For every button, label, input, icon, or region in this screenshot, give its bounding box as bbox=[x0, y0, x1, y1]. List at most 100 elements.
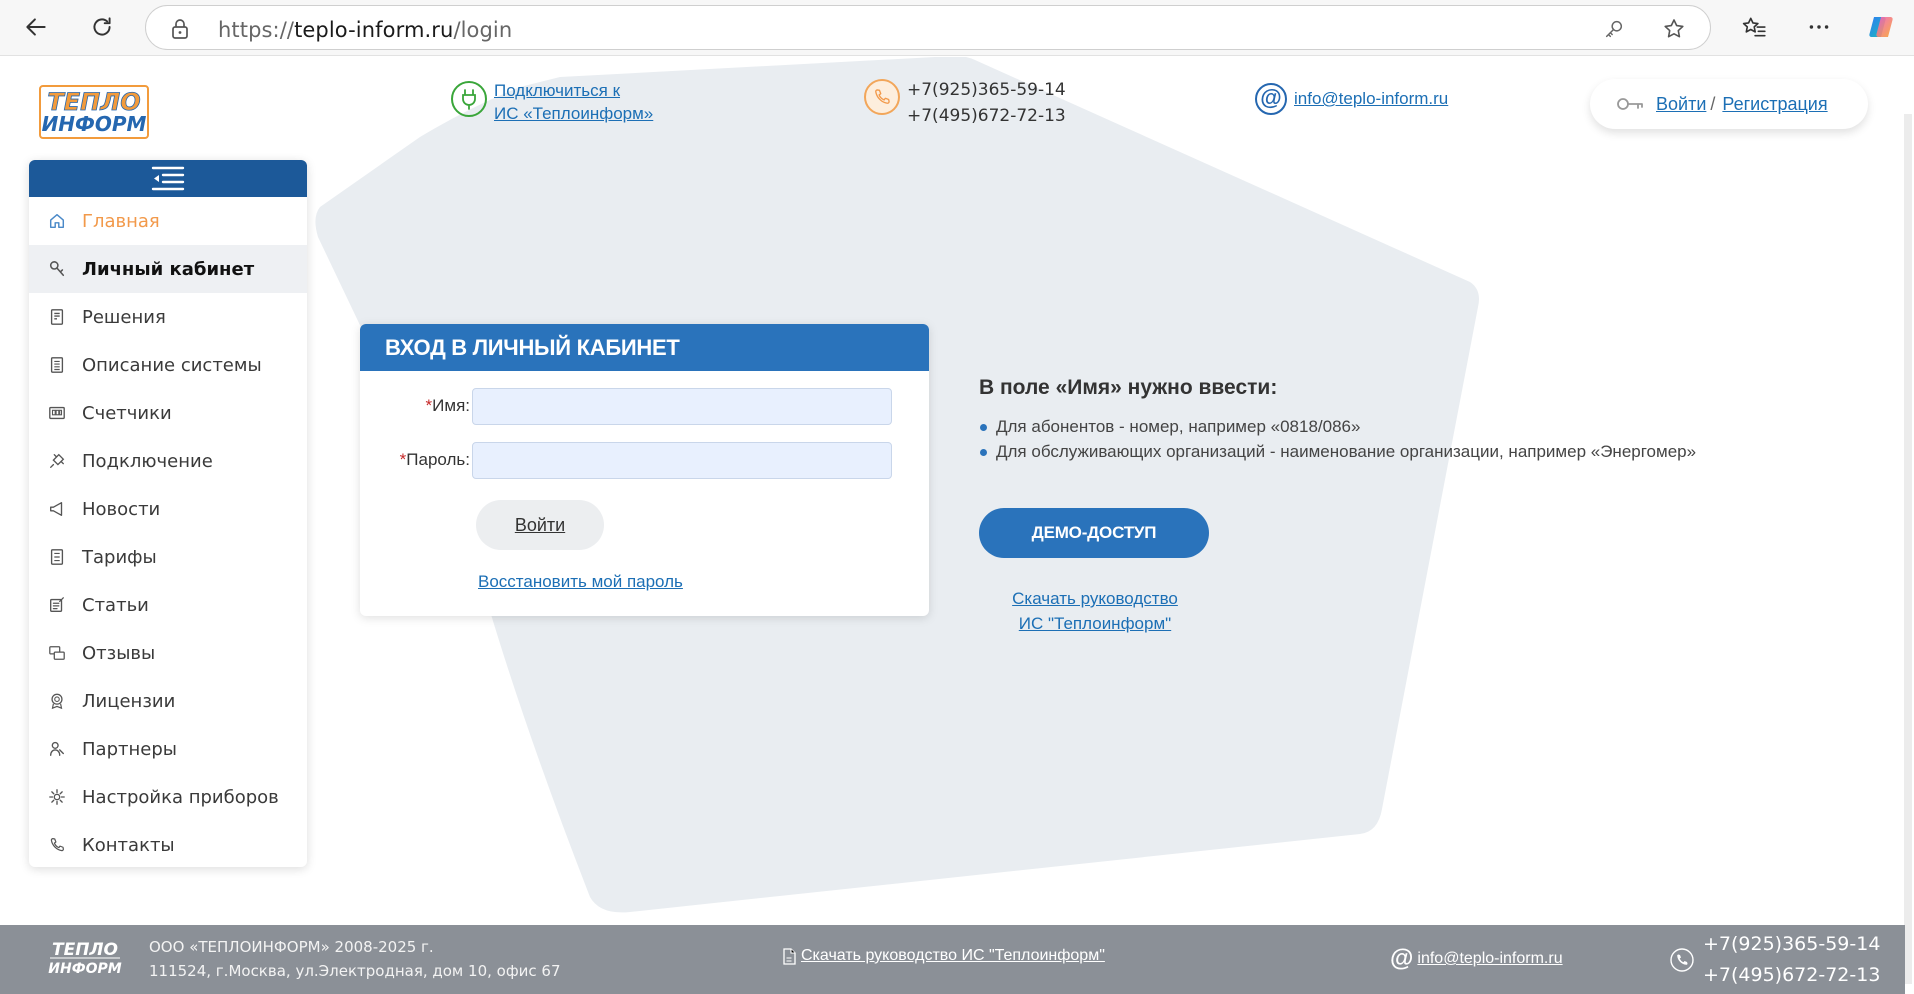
reviews-icon bbox=[47, 643, 67, 663]
lock-icon[interactable] bbox=[170, 18, 190, 45]
login-card-title: ВХОД В ЛИЧНЫЙ КАБИНЕТ bbox=[360, 324, 929, 371]
sidebar-toggle[interactable] bbox=[29, 160, 307, 197]
page-scrollbar[interactable] bbox=[1904, 114, 1912, 984]
reload-button[interactable] bbox=[83, 8, 121, 46]
key-icon[interactable] bbox=[1601, 16, 1627, 42]
footer-phone-2[interactable]: +7(495)672-72-13 bbox=[1703, 960, 1880, 991]
at-sign-icon: @ bbox=[1255, 83, 1287, 115]
sidebar-item-label: Решения bbox=[82, 306, 166, 328]
info-list-item: Для абонентов - номер, например «0818/08… bbox=[979, 414, 1696, 439]
footer-company: ООО «ТЕПЛОИНФОРМ» 2008-2025 г. 111524, г… bbox=[149, 935, 561, 983]
sidebar-item-system-description[interactable]: Описание системы bbox=[29, 341, 307, 389]
favorites-button[interactable] bbox=[1735, 8, 1773, 46]
restore-password-link[interactable]: Восстановить мой пароль bbox=[478, 572, 683, 592]
solutions-icon bbox=[47, 307, 67, 327]
phone-icon bbox=[47, 835, 67, 855]
sidebar-item-device-settings[interactable]: Настройка приборов bbox=[29, 773, 307, 821]
key-icon bbox=[1616, 96, 1644, 112]
sidebar-item-label: Тарифы bbox=[82, 546, 157, 568]
header-email: @ info@teplo-inform.ru bbox=[1255, 81, 1448, 115]
sidebar-item-account[interactable]: Личный кабинет bbox=[29, 245, 307, 293]
plug-icon bbox=[47, 451, 67, 471]
demo-access-button[interactable]: ДЕМО-ДОСТУП bbox=[979, 508, 1209, 558]
info-title: В поле «Имя» нужно ввести: bbox=[979, 376, 1278, 399]
phone-icon bbox=[864, 79, 900, 115]
name-label: *Имя: bbox=[425, 396, 470, 415]
footer-email: @ info@teplo-inform.ru bbox=[1390, 945, 1563, 973]
megaphone-icon bbox=[47, 499, 67, 519]
header-email-link[interactable]: info@teplo-inform.ru bbox=[1294, 87, 1448, 110]
sidebar-item-articles[interactable]: Статьи bbox=[29, 581, 307, 629]
address-bar[interactable]: https://teplo-inform.ru/login bbox=[145, 5, 1711, 50]
download-guide-link[interactable]: Скачать руководство ИС "Теплоинформ" bbox=[1000, 586, 1190, 636]
sidebar-item-label: Новости bbox=[82, 498, 161, 520]
sidebar-menu: Главная Личный кабинет Решения Описание … bbox=[29, 160, 307, 867]
back-button[interactable] bbox=[17, 8, 55, 46]
sidebar-item-solutions[interactable]: Решения bbox=[29, 293, 307, 341]
browser-toolbar: https://teplo-inform.ru/login bbox=[0, 0, 1914, 56]
favorites-icon bbox=[1742, 17, 1766, 37]
login-submit-button[interactable]: Войти bbox=[476, 500, 604, 550]
sidebar-item-label: Описание системы bbox=[82, 354, 262, 376]
svg-text:ИНФОРМ: ИНФОРМ bbox=[42, 112, 147, 136]
footer-guide-link[interactable]: Скачать руководство ИС "Теплоинформ" bbox=[801, 947, 1105, 965]
login-link[interactable]: Войти bbox=[1656, 94, 1706, 115]
sidebar-item-label: Статьи bbox=[82, 594, 149, 616]
copilot-button[interactable] bbox=[1862, 8, 1900, 46]
site-logo[interactable]: ТЕПЛО ИНФОРМ bbox=[38, 83, 150, 141]
url-text: https://teplo-inform.ru/login bbox=[218, 18, 513, 42]
header-phones: +7(925)365-59-14 +7(495)672-72-13 bbox=[864, 77, 1066, 129]
home-icon bbox=[47, 211, 67, 231]
collapse-menu-icon bbox=[151, 166, 185, 190]
header-phone-1[interactable]: +7(925)365-59-14 bbox=[907, 77, 1066, 103]
footer-address: 111524, г.Москва, ул.Электродная, дом 10… bbox=[149, 962, 561, 980]
connect-link[interactable]: Подключиться к ИС «Теплоинформ» bbox=[494, 79, 653, 125]
document-icon bbox=[47, 355, 67, 375]
sidebar-item-label: Партнеры bbox=[82, 738, 177, 760]
footer-phone-1[interactable]: +7(925)365-59-14 bbox=[1703, 929, 1880, 960]
sidebar-item-label: Личный кабинет bbox=[82, 258, 255, 280]
partners-icon bbox=[47, 739, 67, 759]
footer-email-link[interactable]: info@teplo-inform.ru bbox=[1417, 950, 1562, 968]
sidebar-item-label: Главная bbox=[82, 210, 160, 232]
sidebar-item-home[interactable]: Главная bbox=[29, 197, 307, 245]
password-input[interactable] bbox=[472, 442, 892, 479]
sidebar-item-news[interactable]: Новости bbox=[29, 485, 307, 533]
footer-guide: Скачать руководство ИС "Теплоинформ" bbox=[782, 947, 1105, 965]
header-phone-2[interactable]: +7(495)672-72-13 bbox=[907, 103, 1066, 129]
login-card: ВХОД В ЛИЧНЫЙ КАБИНЕТ *Имя: *Пароль: Вой… bbox=[360, 324, 929, 616]
footer-logo[interactable]: ТЕПЛО ИНФОРМ bbox=[46, 936, 124, 980]
sidebar-item-meters[interactable]: Счетчики bbox=[29, 389, 307, 437]
sidebar-item-label: Лицензии bbox=[82, 690, 176, 712]
sidebar-item-partners[interactable]: Партнеры bbox=[29, 725, 307, 773]
sidebar-item-reviews[interactable]: Отзывы bbox=[29, 629, 307, 677]
more-dots-icon bbox=[1809, 25, 1829, 29]
info-list: Для абонентов - номер, например «0818/08… bbox=[979, 414, 1696, 464]
footer: ТЕПЛО ИНФОРМ ООО «ТЕПЛОИНФОРМ» 2008-2025… bbox=[0, 925, 1905, 994]
sidebar-item-licenses[interactable]: Лицензии bbox=[29, 677, 307, 725]
sidebar-item-label: Отзывы bbox=[82, 642, 156, 664]
back-arrow-icon bbox=[26, 18, 46, 36]
footer-company-name: ООО «ТЕПЛОИНФОРМ» 2008-2025 г. bbox=[149, 938, 434, 956]
sidebar-item-tariffs[interactable]: Тарифы bbox=[29, 533, 307, 581]
sidebar-item-label: Контакты bbox=[82, 834, 175, 856]
auth-links: Войти / Регистрация bbox=[1590, 79, 1868, 129]
page-content: ТЕПЛО ИНФОРМ Подключиться к ИС «Теплоинфо… bbox=[0, 57, 1914, 994]
at-sign-icon: @ bbox=[1390, 945, 1414, 972]
file-icon bbox=[782, 947, 796, 965]
sidebar-item-connection[interactable]: Подключение bbox=[29, 437, 307, 485]
sidebar-item-contacts[interactable]: Контакты bbox=[29, 821, 307, 867]
favorite-star-icon[interactable] bbox=[1661, 16, 1687, 42]
sidebar-item-label: Настройка приборов bbox=[82, 786, 279, 808]
password-label: *Пароль: bbox=[399, 450, 470, 469]
license-icon bbox=[47, 691, 67, 711]
register-link[interactable]: Регистрация bbox=[1722, 94, 1827, 115]
connect-block: Подключиться к ИС «Теплоинформ» bbox=[451, 79, 653, 125]
svg-text:ТЕПЛО: ТЕПЛО bbox=[52, 940, 118, 960]
sidebar-item-label: Подключение bbox=[82, 450, 213, 472]
more-menu-button[interactable] bbox=[1800, 8, 1838, 46]
tariff-icon bbox=[47, 547, 67, 567]
name-input[interactable] bbox=[472, 388, 892, 425]
footer-phones: +7(925)365-59-14 +7(495)672-72-13 bbox=[1670, 929, 1880, 991]
phone-icon bbox=[1670, 948, 1694, 972]
